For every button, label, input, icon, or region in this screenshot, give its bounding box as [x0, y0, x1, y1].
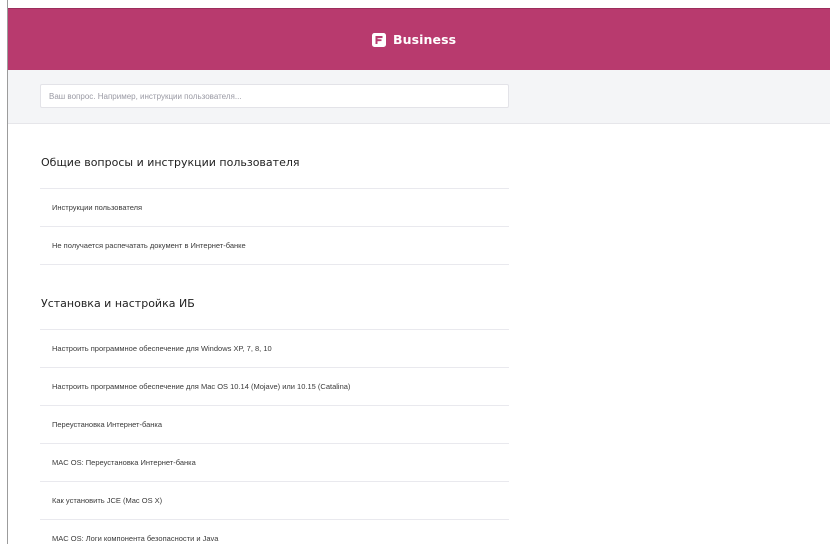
- page: Business Общие вопросы и инструкции поль…: [0, 0, 830, 544]
- section-title-install: Установка и настройка ИБ: [41, 297, 195, 310]
- faq-content: Общие вопросы и инструкции пользователя …: [8, 124, 830, 544]
- brand-link[interactable]: Business: [372, 32, 456, 47]
- faq-link[interactable]: Переустановка Интернет-банка: [40, 406, 509, 444]
- faq-link[interactable]: Настроить программное обеспечение для Wi…: [40, 330, 509, 368]
- faq-link[interactable]: Не получается распечатать документ в Инт…: [40, 227, 509, 265]
- search-band: [8, 70, 830, 124]
- faq-list-install: Настроить программное обеспечение для Wi…: [40, 329, 509, 544]
- faq-link[interactable]: Инструкции пользователя: [40, 189, 509, 227]
- brand-name: Business: [393, 32, 457, 47]
- faq-list-general: Инструкции пользователя Не получается ра…: [40, 188, 509, 265]
- faq-link[interactable]: Как установить JCE (Mac OS X): [40, 482, 509, 520]
- window-top-edge: [0, 0, 830, 8]
- search-input[interactable]: [40, 84, 509, 108]
- section-title-general: Общие вопросы и инструкции пользователя: [41, 156, 300, 169]
- faq-link[interactable]: MAC OS: Логи компонента безопасности и J…: [40, 520, 509, 544]
- header-bar: Business: [8, 8, 830, 70]
- faq-link[interactable]: MAC OS: Переустановка Интернет-банка: [40, 444, 509, 482]
- faq-link[interactable]: Настроить программное обеспечение для Ma…: [40, 368, 509, 406]
- bank-logo-icon: [372, 32, 386, 47]
- window-left-edge: [0, 0, 8, 544]
